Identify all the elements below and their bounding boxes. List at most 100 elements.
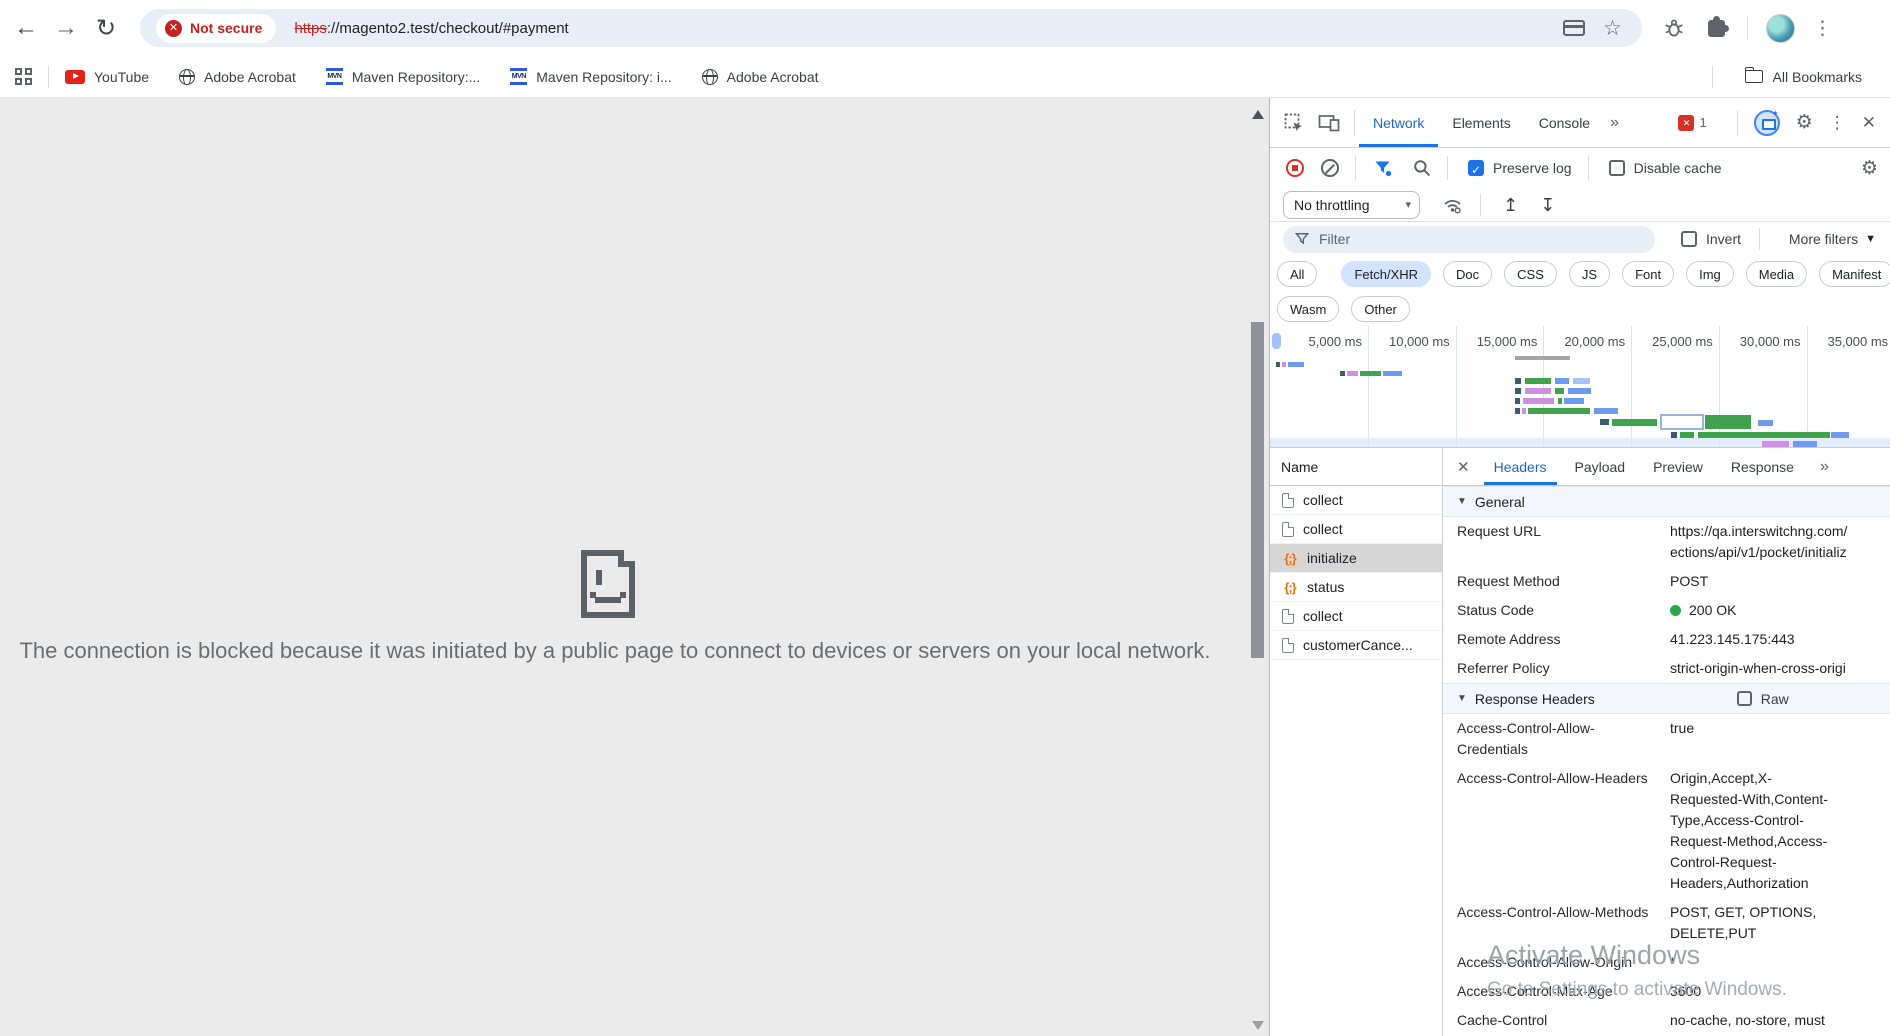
network-conditions-icon[interactable]: [1442, 196, 1464, 214]
request-row-collect[interactable]: collect: [1270, 486, 1442, 515]
header-name: Access-Control-Allow-Headers: [1457, 768, 1670, 894]
bookmark-label: Maven Repository:...: [352, 69, 480, 85]
waterfall-bar: [1600, 419, 1609, 425]
chip-font[interactable]: Font: [1622, 261, 1674, 287]
maven-icon: MVN: [510, 68, 527, 85]
apps-grid-icon[interactable]: [15, 68, 32, 85]
throttling-select[interactable]: No throttling ▾: [1283, 191, 1420, 219]
request-row-customercance[interactable]: customerCance...: [1270, 631, 1442, 660]
devtools-close-icon[interactable]: ✕: [1862, 113, 1876, 133]
toolbar-divider: [1747, 16, 1748, 40]
request-row-collect[interactable]: collect: [1270, 602, 1442, 631]
bookmark-maven-repository-i[interactable]: MVNMaven Repository: i...: [510, 68, 671, 85]
browser-menu-icon[interactable]: ⋮: [1813, 17, 1832, 40]
bookmark-star-icon[interactable]: ☆: [1603, 18, 1622, 39]
payment-methods-icon[interactable]: [1563, 20, 1585, 36]
chip-wasm[interactable]: Wasm: [1277, 296, 1339, 322]
waterfall-bar: [1793, 441, 1817, 447]
record-network-log-icon[interactable]: [1286, 159, 1304, 177]
waterfall-bar: [1831, 432, 1849, 438]
waterfall-bar: [1758, 420, 1773, 426]
section-title: Response Headers: [1475, 691, 1595, 707]
bookmarks-right-divider: [1712, 66, 1713, 88]
detail-tab-preview[interactable]: Preview: [1643, 448, 1713, 485]
console-error-badge[interactable]: ✕ 1: [1678, 115, 1706, 131]
detail-more-tabs-icon[interactable]: »: [1820, 458, 1829, 476]
clear-network-log-icon[interactable]: [1321, 159, 1339, 177]
tab-network[interactable]: Network: [1359, 98, 1438, 147]
bug-extension-icon[interactable]: [1664, 18, 1684, 38]
chip-js[interactable]: JS: [1569, 261, 1610, 287]
scrollbar-thumb[interactable]: [1251, 322, 1264, 658]
chip-all[interactable]: All: [1277, 261, 1317, 287]
network-settings-gear-icon[interactable]: ⚙: [1861, 159, 1878, 178]
not-secure-badge[interactable]: ✕ Not secure: [156, 14, 276, 43]
page-scrollbar[interactable]: [1247, 98, 1269, 1036]
more-tabs-icon[interactable]: »: [1610, 114, 1619, 132]
tab-console[interactable]: Console: [1525, 98, 1604, 147]
timeline-tick-label: 25,000 ms: [1624, 334, 1713, 349]
chip-css[interactable]: CSS: [1504, 261, 1557, 287]
devtools-menu-icon[interactable]: ⋮: [1829, 113, 1846, 133]
request-row-initialize[interactable]: initialize: [1270, 544, 1442, 573]
address-bar[interactable]: ✕ Not secure https://magento2.test/check…: [140, 9, 1642, 47]
chip-doc[interactable]: Doc: [1443, 261, 1492, 287]
preserve-log-toggle[interactable]: Preserve log: [1468, 160, 1572, 176]
disable-cache-toggle[interactable]: Disable cache: [1609, 160, 1722, 176]
chip-media[interactable]: Media: [1746, 261, 1807, 287]
filter-toggle-icon[interactable]: [1374, 159, 1393, 178]
waterfall-bar: [1515, 356, 1570, 360]
profile-avatar[interactable]: [1766, 14, 1795, 43]
timeline-tick-label: 5,000 ms: [1273, 334, 1362, 349]
tab-elements[interactable]: Elements: [1438, 98, 1524, 147]
chip-fetch-xhr[interactable]: Fetch/XHR: [1341, 261, 1431, 287]
search-icon[interactable]: [1413, 159, 1431, 177]
extensions-icon[interactable]: [1708, 20, 1725, 37]
export-har-icon[interactable]: ↧: [1540, 196, 1555, 214]
scrollbar-up-arrow[interactable]: [1252, 110, 1264, 119]
detail-tab-headers[interactable]: Headers: [1484, 448, 1557, 485]
detail-tab-response[interactable]: Response: [1721, 448, 1804, 485]
bookmark-adobe-acrobat[interactable]: Adobe Acrobat: [179, 69, 296, 85]
all-bookmarks-button[interactable]: All Bookmarks: [1773, 69, 1862, 85]
devtools-ai-icon[interactable]: [1754, 110, 1780, 136]
forward-button[interactable]: →: [46, 14, 86, 42]
chip-manifest[interactable]: Manifest: [1819, 261, 1890, 287]
invert-checkbox[interactable]: [1681, 231, 1697, 247]
settings-gear-icon[interactable]: ⚙: [1796, 113, 1813, 132]
chip-img[interactable]: Img: [1686, 261, 1734, 287]
filter-input[interactable]: Filter: [1283, 226, 1655, 253]
more-filters-button[interactable]: More filters ▼: [1789, 231, 1876, 247]
detail-tab-payload[interactable]: Payload: [1565, 448, 1636, 485]
bookmark-label: Adobe Acrobat: [204, 69, 296, 85]
name-column-header[interactable]: Name: [1270, 448, 1443, 485]
scrollbar-down-arrow[interactable]: [1252, 1021, 1264, 1030]
disable-cache-checkbox[interactable]: [1609, 160, 1625, 176]
page-content: The connection is blocked because it was…: [0, 98, 1247, 1036]
waterfall-bar: [1594, 408, 1618, 414]
device-toolbar-icon[interactable]: [1318, 114, 1340, 132]
import-har-icon[interactable]: ↥: [1503, 196, 1518, 214]
bookmark-maven-repository[interactable]: MVNMaven Repository:...: [326, 68, 480, 85]
invert-toggle[interactable]: Invert: [1681, 231, 1741, 247]
raw-checkbox[interactable]: [1737, 691, 1752, 706]
chip-other[interactable]: Other: [1351, 296, 1410, 322]
bookmarks-bar: YouTubeAdobe AcrobatMVNMaven Repository:…: [0, 56, 1890, 98]
close-detail-icon[interactable]: ✕: [1457, 458, 1470, 476]
network-overview-timeline[interactable]: 5,000 ms10,000 ms15,000 ms20,000 ms25,00…: [1270, 326, 1890, 448]
back-button[interactable]: ←: [6, 14, 46, 42]
reload-button[interactable]: ↻: [86, 14, 126, 43]
bookmark-label: Adobe Acrobat: [727, 69, 819, 85]
header-value: POST, GET, OPTIONS, DELETE,PUT: [1670, 902, 1890, 944]
waterfall-bar: [1340, 371, 1345, 376]
preserve-log-checkbox[interactable]: [1468, 160, 1484, 176]
section-header-response-headers[interactable]: ▼Response HeadersRaw: [1443, 683, 1890, 714]
inspect-element-icon[interactable]: [1284, 113, 1304, 133]
bookmark-youtube[interactable]: YouTube: [65, 69, 149, 85]
request-row-collect[interactable]: collect: [1270, 515, 1442, 544]
bookmark-adobe-acrobat[interactable]: Adobe Acrobat: [702, 69, 819, 85]
header-value: strict-origin-when-cross-origi: [1670, 658, 1890, 679]
request-row-status[interactable]: status: [1270, 573, 1442, 602]
raw-toggle[interactable]: Raw: [1737, 691, 1789, 707]
section-header-general[interactable]: ▼General: [1443, 486, 1890, 517]
